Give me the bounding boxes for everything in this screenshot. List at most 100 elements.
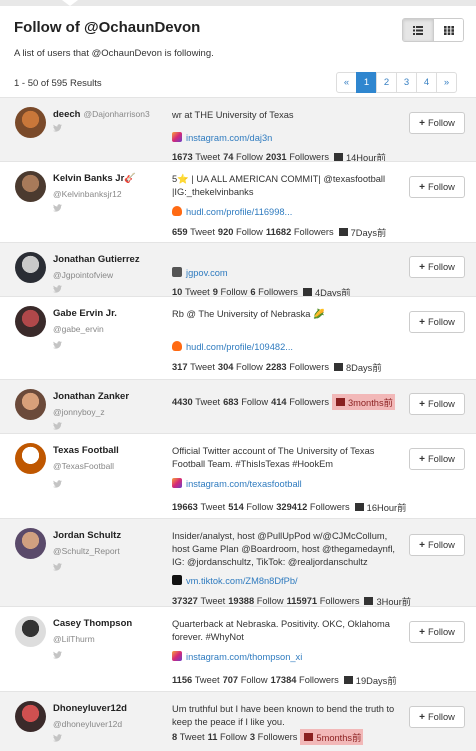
- user-name[interactable]: Texas Football: [53, 445, 119, 456]
- tweet-label: Tweet: [194, 675, 220, 685]
- user-display-name[interactable]: Casey Thompson: [53, 618, 132, 629]
- user-handle[interactable]: @gabe_ervin: [53, 324, 104, 334]
- follow-button-label: Follow: [427, 712, 455, 722]
- twitter-bird-icon[interactable]: [53, 124, 62, 134]
- user-name[interactable]: Kelvin Banks Jr🎸: [53, 173, 136, 184]
- user-handle[interactable]: @jonnyboy_z: [53, 407, 105, 417]
- grid-view-button[interactable]: [433, 19, 463, 41]
- followers-count: 3: [249, 732, 256, 742]
- follow-button[interactable]: + Follow: [409, 621, 465, 643]
- follow-button[interactable]: + Follow: [409, 448, 465, 470]
- user-handle[interactable]: @LilThurm: [53, 634, 95, 644]
- follow-button[interactable]: + Follow: [409, 311, 465, 333]
- user-link[interactable]: hudl.com/profile/116998...: [172, 206, 292, 218]
- plus-icon: +: [419, 539, 425, 551]
- avatar[interactable]: [15, 107, 46, 138]
- twitter-bird-icon[interactable]: [53, 651, 62, 661]
- follow-count: 514: [228, 502, 244, 512]
- page-prev[interactable]: «: [336, 72, 357, 93]
- user-link-text[interactable]: instagram.com/daj3n: [186, 133, 272, 143]
- plus-icon: +: [419, 398, 425, 410]
- user-link[interactable]: hudl.com/profile/109482...: [172, 341, 293, 353]
- followers-label: Followers: [289, 362, 329, 372]
- follow-button[interactable]: + Follow: [409, 176, 465, 198]
- user-name[interactable]: Casey Thompson: [53, 618, 132, 629]
- avatar[interactable]: [15, 171, 46, 202]
- follow-button-label: Follow: [427, 182, 455, 192]
- user-link-text[interactable]: instagram.com/thompson_xi: [186, 652, 302, 662]
- user-handle[interactable]: @Jgpointofview: [53, 270, 113, 280]
- avatar[interactable]: [15, 252, 46, 283]
- follow-button[interactable]: + Follow: [409, 256, 465, 278]
- user-link-text[interactable]: vm.tiktok.com/ZM8n8DfPb/: [186, 576, 298, 586]
- follow-button[interactable]: + Follow: [409, 393, 465, 415]
- avatar[interactable]: [15, 306, 46, 337]
- avatar[interactable]: [15, 701, 46, 732]
- twitter-bird-icon[interactable]: [53, 734, 62, 744]
- twitter-bird-icon[interactable]: [53, 341, 62, 351]
- user-name[interactable]: Gabe Ervin Jr.: [53, 308, 117, 319]
- user-link[interactable]: jgpov.com: [172, 267, 228, 279]
- followers-count: 17384: [270, 675, 297, 685]
- twitter-bird-icon[interactable]: [53, 422, 62, 432]
- avatar[interactable]: [15, 389, 46, 420]
- user-name[interactable]: Jordan Schultz: [53, 530, 121, 541]
- user-display-name[interactable]: Jordan Schultz: [53, 530, 121, 541]
- user-row: Dhoneyluver12d @dhoneyluver12d Um truthful…: [0, 691, 476, 751]
- page-2[interactable]: 2: [376, 72, 397, 93]
- user-handle[interactable]: @Dajonharrison3: [83, 109, 149, 119]
- user-handle[interactable]: @dhoneyluver12d: [53, 719, 122, 729]
- last-active: 16Hour前: [353, 500, 406, 514]
- page-1[interactable]: 1: [356, 72, 377, 93]
- user-display-name[interactable]: deech: [53, 109, 80, 120]
- avatar[interactable]: [15, 528, 46, 559]
- user-link-text[interactable]: hudl.com/profile/109482...: [186, 342, 293, 352]
- followers-count: 329412: [276, 502, 308, 512]
- user-display-name[interactable]: Texas Football: [53, 445, 119, 456]
- user-handle[interactable]: @Kelvinbanksjr12: [53, 189, 122, 199]
- twitter-bird-icon[interactable]: [53, 480, 62, 490]
- twitter-bird-icon[interactable]: [53, 204, 62, 214]
- user-link-text[interactable]: hudl.com/profile/116998...: [186, 207, 292, 217]
- user-display-name[interactable]: Kelvin Banks Jr🎸: [53, 173, 136, 184]
- user-name[interactable]: Jonathan Zanker: [53, 391, 129, 402]
- user-name[interactable]: Jonathan Gutierrez: [53, 254, 140, 265]
- page-next[interactable]: »: [436, 72, 457, 93]
- chat-bubble-icon: [364, 597, 374, 605]
- user-row: Texas Football @TexasFootball Official Twi…: [0, 433, 476, 518]
- user-display-name[interactable]: Gabe Ervin Jr.: [53, 308, 117, 319]
- hudl-icon: [172, 341, 186, 353]
- user-link[interactable]: instagram.com/thompson_xi: [172, 651, 302, 663]
- user-display-name[interactable]: Dhoneyluver12d: [53, 703, 127, 714]
- tweet-label: Tweet: [179, 732, 205, 742]
- follow-button[interactable]: + Follow: [409, 706, 465, 728]
- user-link[interactable]: instagram.com/daj3n: [172, 132, 272, 144]
- page-4[interactable]: 4: [416, 72, 437, 93]
- instagram-icon: [172, 132, 186, 144]
- view-toggle: [402, 18, 464, 42]
- user-link-text[interactable]: jgpov.com: [186, 268, 228, 278]
- user-link-text[interactable]: instagram.com/texasfootball: [186, 479, 302, 489]
- follow-button[interactable]: + Follow: [409, 534, 465, 556]
- last-active-time: 7Days前: [350, 228, 387, 238]
- hudl-icon: [172, 206, 186, 218]
- instagram-icon: [172, 651, 186, 663]
- avatar[interactable]: [15, 616, 46, 647]
- follow-button[interactable]: + Follow: [409, 112, 465, 134]
- twitter-bird-icon[interactable]: [53, 563, 62, 573]
- user-link[interactable]: vm.tiktok.com/ZM8n8DfPb/: [172, 575, 298, 587]
- user-display-name[interactable]: Jonathan Zanker: [53, 391, 129, 402]
- user-display-name[interactable]: Jonathan Gutierrez: [53, 254, 140, 265]
- followers-label: Followers: [309, 502, 350, 512]
- page-title: Follow of @OchaunDevon: [14, 19, 201, 36]
- list-view-button[interactable]: [403, 19, 433, 41]
- user-bio: Rb @ The University of Nebraska 🌽: [172, 309, 325, 319]
- user-handle[interactable]: @Schultz_Report: [53, 546, 120, 556]
- user-name[interactable]: Dhoneyluver12d: [53, 703, 127, 714]
- user-name[interactable]: deech @Dajonharrison3: [53, 109, 150, 120]
- page-3[interactable]: 3: [396, 72, 417, 93]
- twitter-bird-icon[interactable]: [53, 285, 62, 295]
- user-handle[interactable]: @TexasFootball: [53, 461, 114, 471]
- user-link[interactable]: instagram.com/texasfootball: [172, 478, 302, 490]
- avatar[interactable]: [15, 443, 46, 474]
